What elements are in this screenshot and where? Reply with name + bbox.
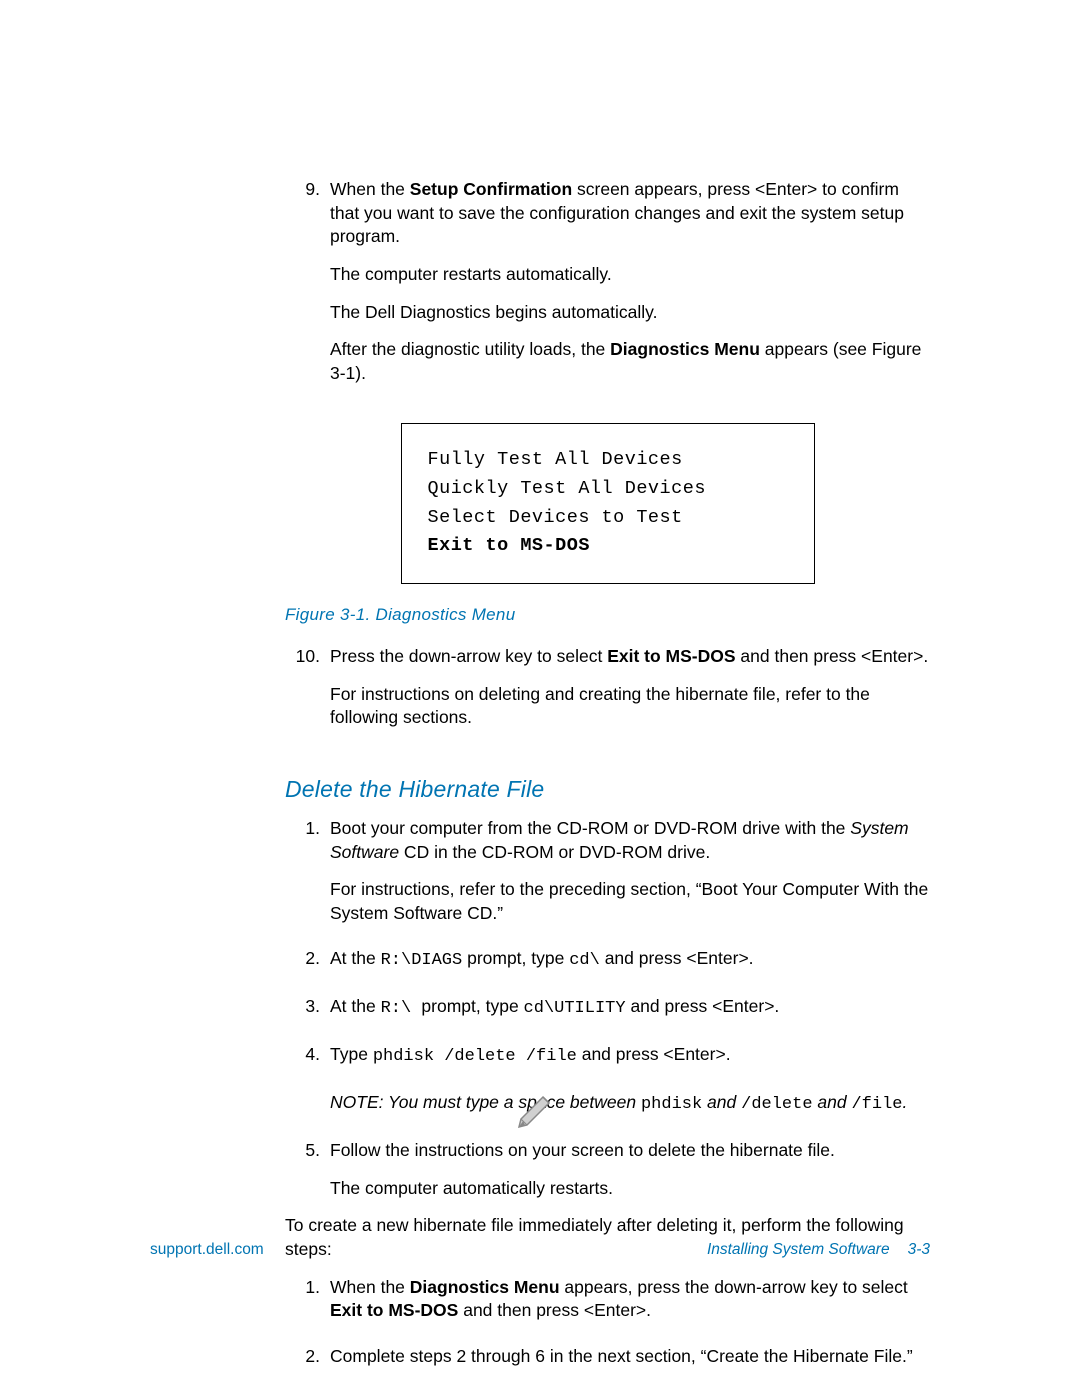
- section-heading: Delete the Hibernate File: [150, 774, 930, 805]
- list-number: 1.: [285, 1276, 330, 1337]
- note-body: NOTE: You must type a space between phdi…: [330, 1091, 930, 1131]
- page-footer: support.dell.com Installing System Softw…: [150, 1241, 930, 1259]
- list-body: Follow the instructions on your screen t…: [330, 1139, 930, 1214]
- page-number: 3-3: [908, 1241, 930, 1258]
- step-9-p4: After the diagnostic utility loads, the …: [330, 338, 930, 385]
- list-number: 2.: [285, 947, 330, 987]
- create-step-2: 2. Complete steps 2 through 6 in the nex…: [285, 1345, 930, 1383]
- d4-p1: Type phdisk /delete /file and press <Ent…: [330, 1043, 930, 1069]
- menu-item: Quickly Test All Devices: [428, 475, 788, 504]
- main-content: 9. When the Setup Confirmation screen ap…: [285, 178, 930, 1383]
- list-body: Press the down-arrow key to select Exit …: [330, 645, 930, 744]
- delete-step-2: 2. At the R:\DIAGS prompt, type cd\ and …: [285, 947, 930, 987]
- menu-item: Select Devices to Test: [428, 504, 788, 533]
- figure-caption: Figure 3-1. Diagnostics Menu: [285, 604, 930, 627]
- d5-p1: Follow the instructions on your screen t…: [330, 1139, 930, 1163]
- d1-p2: For instructions, refer to the preceding…: [330, 878, 930, 925]
- step-9-p1: When the Setup Confirmation screen appea…: [330, 178, 930, 249]
- footer-url: support.dell.com: [150, 1241, 264, 1259]
- list-number: 2.: [285, 1345, 330, 1383]
- delete-step-4: 4. Type phdisk /delete /file and press <…: [285, 1043, 930, 1083]
- c1-p1: When the Diagnostics Menu appears, press…: [330, 1276, 930, 1323]
- menu-item-selected: Exit to MS-DOS: [428, 532, 788, 561]
- step-9: 9. When the Setup Confirmation screen ap…: [285, 178, 930, 399]
- list-body: When the Setup Confirmation screen appea…: [330, 178, 930, 399]
- c2-p1: Complete steps 2 through 6 in the next s…: [330, 1345, 930, 1369]
- list-number: 10.: [285, 645, 330, 744]
- delete-step-5: 5. Follow the instructions on your scree…: [285, 1139, 930, 1214]
- list-body: At the R:\DIAGS prompt, type cd\ and pre…: [330, 947, 930, 987]
- list-body: Type phdisk /delete /file and press <Ent…: [330, 1043, 930, 1083]
- list-number: 5.: [285, 1139, 330, 1214]
- menu-item: Fully Test All Devices: [428, 446, 788, 475]
- d1-p1: Boot your computer from the CD-ROM or DV…: [330, 817, 930, 864]
- create-step-1: 1. When the Diagnostics Menu appears, pr…: [285, 1276, 930, 1337]
- list-body: At the R:\ prompt, type cd\UTILITY and p…: [330, 995, 930, 1035]
- d5-p2: The computer automatically restarts.: [330, 1177, 930, 1201]
- list-body: When the Diagnostics Menu appears, press…: [330, 1276, 930, 1337]
- delete-step-1: 1. Boot your computer from the CD-ROM or…: [285, 817, 930, 940]
- note-row: NOTE: You must type a space between phdi…: [285, 1091, 930, 1131]
- list-number: 1.: [285, 817, 330, 940]
- list-number: 9.: [285, 178, 330, 399]
- diagnostics-menu-box: Fully Test All Devices Quickly Test All …: [401, 423, 815, 584]
- page: 9. When the Setup Confirmation screen ap…: [0, 0, 1080, 1397]
- d2-p1: At the R:\DIAGS prompt, type cd\ and pre…: [330, 947, 930, 973]
- step-10-p2: For instructions on deleting and creatin…: [330, 683, 930, 730]
- delete-step-3: 3. At the R:\ prompt, type cd\UTILITY an…: [285, 995, 930, 1035]
- step-10-p1: Press the down-arrow key to select Exit …: [330, 645, 930, 669]
- footer-title: Installing System Software3-3: [707, 1241, 930, 1259]
- step-9-p2: The computer restarts automatically.: [330, 263, 930, 287]
- note-text: NOTE: You must type a space between phdi…: [330, 1091, 930, 1117]
- list-number: 3.: [285, 995, 330, 1035]
- note-pencil-icon: [515, 1087, 559, 1131]
- list-number: 4.: [285, 1043, 330, 1083]
- step-10: 10. Press the down-arrow key to select E…: [285, 645, 930, 744]
- d3-p1: At the R:\ prompt, type cd\UTILITY and p…: [330, 995, 930, 1021]
- step-9-p3: The Dell Diagnostics begins automaticall…: [330, 301, 930, 325]
- list-body: Complete steps 2 through 6 in the next s…: [330, 1345, 930, 1383]
- list-body: Boot your computer from the CD-ROM or DV…: [330, 817, 930, 940]
